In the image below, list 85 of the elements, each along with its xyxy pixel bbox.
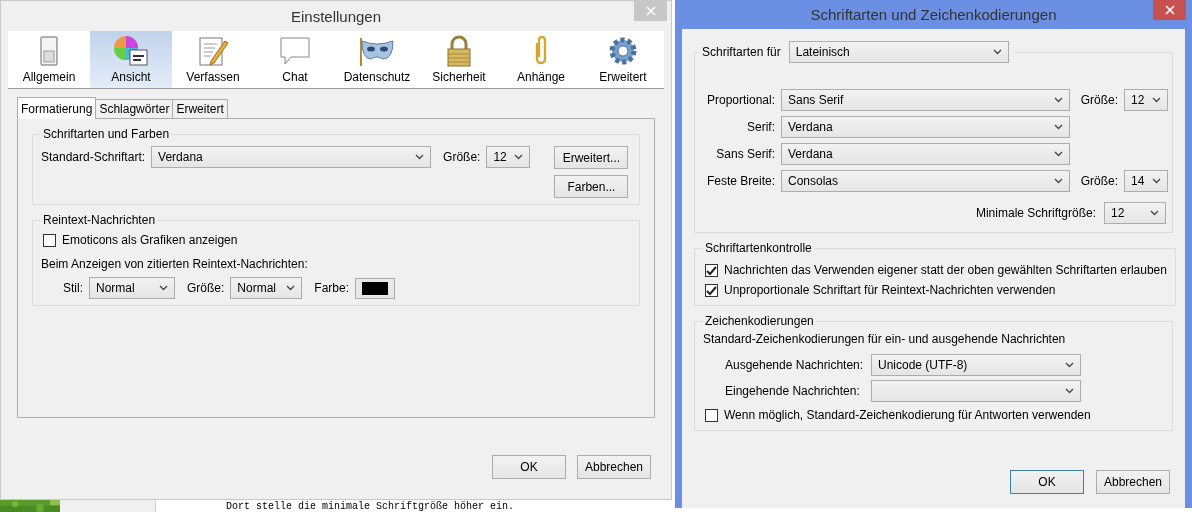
chevron-icon [1054, 151, 1063, 157]
group-title: Schriftarten und Farben [42, 127, 171, 141]
palette-icon [113, 35, 149, 67]
size-select[interactable]: 12 [486, 146, 531, 168]
toolbar-tab[interactable]: Ansicht [90, 31, 172, 88]
toolbar-tab[interactable]: Allgemein [8, 31, 90, 88]
toolbar-tab[interactable]: Verfassen [172, 31, 254, 88]
script-select[interactable]: Lateinisch [788, 41, 1009, 63]
field-label: Eingehende Nachrichten: [725, 384, 861, 398]
chevron-icon [1054, 178, 1063, 184]
font-select[interactable]: Sans Serif [781, 89, 1070, 111]
chevron-icon [159, 285, 168, 291]
group-title: Zeichenkodierungen [704, 314, 815, 328]
checkbox[interactable] [43, 233, 56, 247]
color-picker[interactable] [355, 277, 396, 299]
checkbox-label: Emoticons als Grafiken anzeigen [62, 233, 238, 247]
size-select[interactable]: 12 [1124, 89, 1168, 111]
checkbox[interactable] [705, 408, 718, 422]
field-label: Ausgehende Nachrichten: [725, 358, 865, 372]
mask-icon [359, 35, 395, 67]
field-label: Größe: [187, 281, 225, 295]
toolbar-tab[interactable]: Sicherheit [418, 31, 500, 88]
encoding-select[interactable]: Unicode (UTF-8) [871, 354, 1081, 376]
close-button[interactable] [1153, 0, 1186, 20]
font-select[interactable]: Consolas [781, 170, 1070, 192]
toolbar-tab[interactable]: Anhänge [500, 31, 582, 88]
style-select[interactable]: Normal [89, 277, 175, 299]
size-select[interactable]: 12 [1104, 202, 1166, 224]
checkbox[interactable] [705, 263, 718, 277]
window-title: Einstellungen [290, 7, 382, 25]
chevron-icon [992, 49, 1002, 55]
size-select[interactable]: Normal [230, 277, 303, 299]
chevron-icon [1152, 97, 1161, 103]
dialog-button[interactable]: OK [492, 455, 566, 479]
toolbar-tab[interactable]: Erweitert [582, 31, 664, 88]
field-label: Stil: [63, 281, 83, 295]
tab[interactable]: Schlagwörter [95, 99, 174, 118]
checkbox-label: Wenn möglich, Standard-Zeichenkodierung für Antworten verwenden [724, 408, 1091, 422]
section-text: Standard-Zeichenkodierungen für ein- und ausgehende Nachrichten [703, 332, 1067, 346]
chevron-icon [286, 285, 296, 291]
field-label: Größe: [1079, 93, 1118, 107]
section-text: Beim Anzeigen von zitierten Reintext-Nachrichten: [41, 257, 309, 271]
dialog-button[interactable]: Farben... [554, 175, 629, 198]
dialog-button[interactable]: OK [1010, 470, 1084, 494]
group-title: Reintext-Nachrichten [42, 213, 157, 227]
close-icon [645, 6, 656, 16]
chevron-icon [1065, 388, 1074, 394]
toolbar-tab[interactable]: Chat [254, 31, 336, 88]
chevron-icon [415, 154, 425, 160]
font-select[interactable]: Verdana [781, 143, 1070, 165]
field-label: Größe: [443, 149, 481, 166]
group-title: Schriftartenkontrolle [704, 241, 813, 255]
field-label: Standard-Schriftart: [41, 149, 146, 166]
field-label: Proportional: [705, 93, 775, 107]
chevron-icon [1054, 97, 1063, 103]
document-text: Dort stelle die minimale Schriftgröße höher ein. [226, 500, 515, 512]
field-label: Feste Breite: [705, 174, 775, 188]
chevron-icon [1152, 178, 1161, 184]
checkbox-label: Nachrichten das Verwenden eigener statt der oben gewählten Schriftarten erlauben [724, 263, 1167, 277]
tab[interactable]: Formatierung [17, 97, 97, 119]
speech-bubble-icon [279, 35, 311, 67]
font-select[interactable]: Verdana [151, 146, 432, 168]
field-label: Größe: [1079, 174, 1118, 188]
field-label: Minimale Schriftgröße: [975, 206, 1096, 220]
field-label: Schriftarten für [702, 45, 781, 59]
gear-icon [607, 35, 639, 67]
dialog-button[interactable]: Erweitert... [554, 146, 629, 169]
chevron-icon [1054, 124, 1063, 130]
font-select[interactable]: Verdana [781, 116, 1070, 138]
toolbar-tab[interactable]: Datenschutz [336, 31, 418, 88]
tab[interactable]: Erweitert [172, 99, 228, 118]
field-label: Sans Serif: [715, 147, 775, 161]
field-label: Farbe: [314, 281, 350, 295]
window-title: Schriftarten und Zeichenkodierungen [810, 6, 1057, 23]
chevron-icon [1065, 362, 1074, 368]
pencil-paper-icon [197, 35, 229, 67]
checkbox[interactable] [705, 283, 718, 297]
chevron-icon [514, 154, 524, 160]
field-label: Serif: [746, 120, 775, 134]
checkbox-label: Unproportionale Schriftart für Reintext-Nachrichten verwenden [724, 283, 1056, 297]
chevron-icon [1150, 210, 1159, 216]
close-icon [1164, 5, 1175, 15]
dialog-button[interactable]: Abbrechen [577, 455, 651, 479]
size-select[interactable]: 14 [1124, 170, 1168, 192]
dialog-button[interactable]: Abbrechen [1096, 470, 1170, 494]
